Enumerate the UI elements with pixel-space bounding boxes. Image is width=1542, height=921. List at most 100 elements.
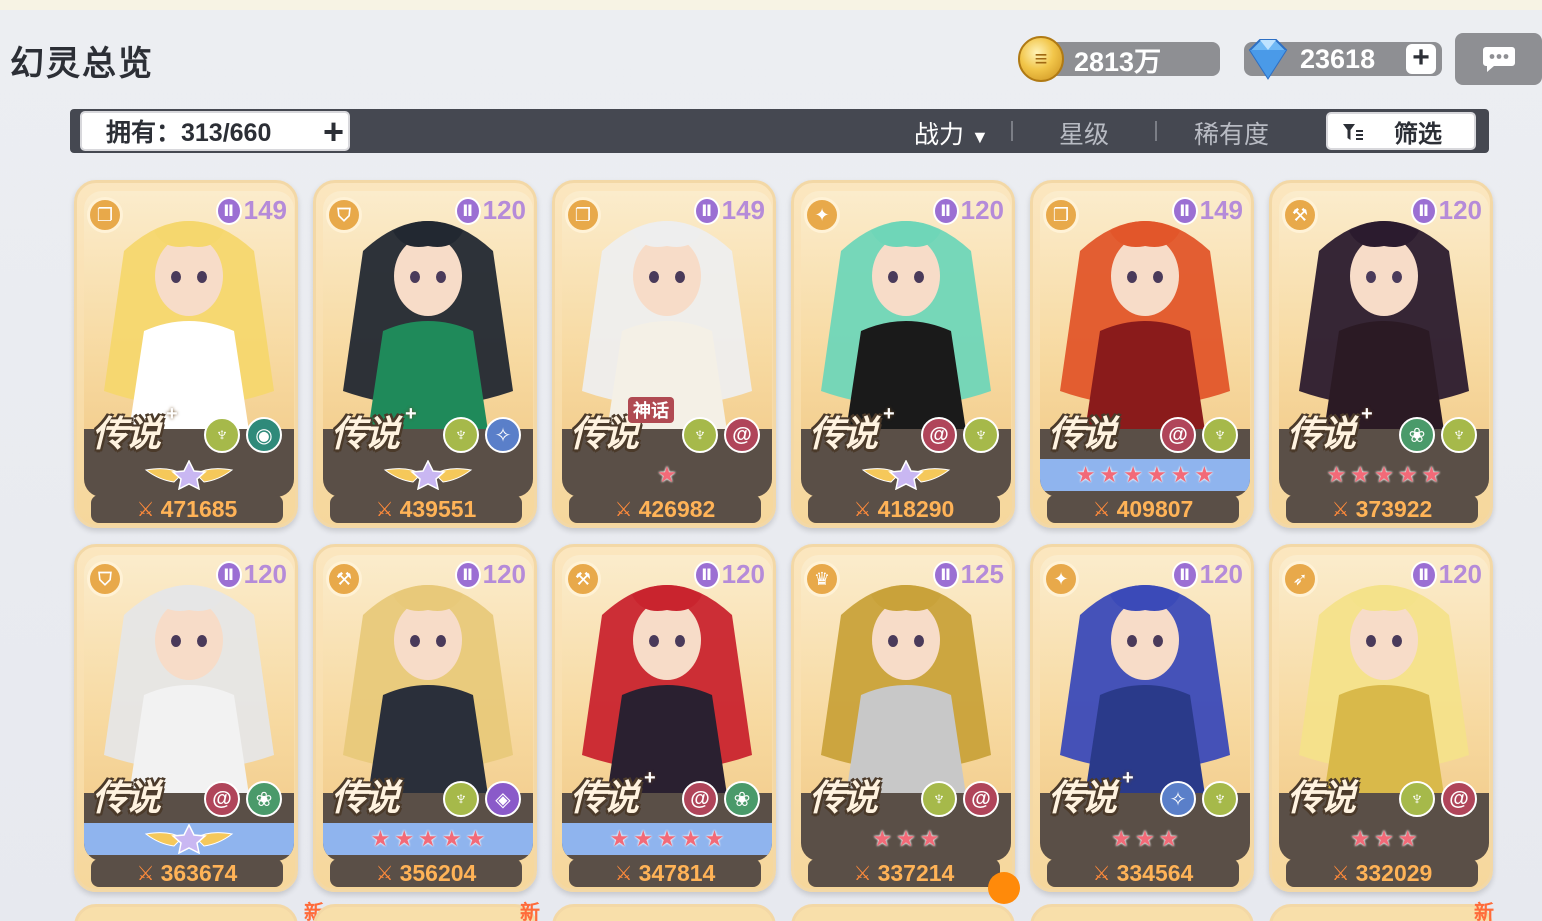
element-icon: @	[682, 781, 718, 817]
sort-rarity-button[interactable]: 稀有度	[1194, 115, 1269, 151]
level-indicator: Ⅱ 120	[215, 559, 287, 590]
coin-icon: ≡	[1018, 36, 1064, 82]
rarity-label: 传说	[809, 777, 878, 818]
hero-portrait: ★ ★ ★ ★ ★ 传说 + @ ❀	[562, 555, 772, 861]
star-rating: ★ ★ ★ ★ ★ ★	[1040, 459, 1250, 491]
combat-power-value: 409807	[1116, 495, 1194, 522]
next-row-peek: 新 新 新	[70, 902, 1500, 921]
hero-card[interactable]: 传说 @ ❀ ⛉ Ⅱ 120 ⚔ 363674	[74, 544, 298, 892]
hero-card-peek[interactable]	[791, 904, 1015, 921]
winged-star-badge-icon	[144, 824, 234, 854]
hero-portrait: ★ ★ ★ 传说 ♆ @	[1279, 555, 1489, 861]
star-icon: ★	[680, 826, 701, 851]
combat-power: ⚔ 332029	[1286, 859, 1478, 887]
gem-amount: 23618	[1300, 43, 1376, 74]
level-rank-icon: Ⅱ	[1171, 196, 1198, 225]
gem-counter[interactable]: 23618 +	[1244, 39, 1442, 80]
star-icon: ★	[1397, 462, 1418, 487]
hero-card[interactable]: 传说 + ♆ ✧ ⛉ Ⅱ 120 ⚔ 439551	[313, 180, 537, 528]
level-rank-icon: Ⅱ	[454, 196, 481, 225]
star-icon: ★	[1158, 826, 1179, 851]
hero-portrait: ★ ★ ★ ★ ★ ★ 传说 @ ♆	[1040, 191, 1250, 497]
crossed-swords-icon: ⚔	[1092, 498, 1111, 521]
sort-power-label: 战力	[914, 121, 965, 149]
level-rank-icon: Ⅱ	[1171, 560, 1198, 589]
crossed-swords-icon: ⚔	[136, 862, 155, 885]
rarity-plus-mark: +	[405, 403, 417, 425]
star-rating: ★ ★ ★	[1279, 823, 1489, 855]
element-icon: ♆	[1441, 417, 1477, 453]
rarity-label: 传说	[331, 413, 400, 454]
element-icon: @	[204, 781, 240, 817]
filter-button[interactable]: 筛选	[1326, 112, 1476, 150]
crossed-swords-icon: ⚔	[375, 862, 394, 885]
hero-card[interactable]: ★ ★ ★ 传说 ♆ @ ➶ Ⅱ 120 ⚔ 332029	[1269, 544, 1493, 892]
level-value: 149	[721, 195, 765, 225]
star-icon: ★	[1374, 826, 1394, 851]
element-icon: ♆	[443, 417, 479, 453]
sort-star-button[interactable]: 星级	[1059, 115, 1109, 151]
level-value: 120	[1438, 559, 1482, 589]
rarity-plus-mark: +	[1361, 403, 1373, 425]
divider	[1011, 121, 1013, 141]
level-indicator: Ⅱ 149	[215, 195, 287, 226]
add-gems-button[interactable]: +	[1406, 43, 1436, 74]
level-indicator: Ⅱ 149	[1171, 195, 1243, 226]
level-indicator: Ⅱ 120	[1171, 559, 1243, 590]
new-badge: 新	[520, 902, 540, 921]
chat-bubble-icon	[1482, 47, 1515, 72]
level-value: 120	[721, 559, 765, 589]
element-icon: ♆	[1399, 781, 1435, 817]
combat-power-value: 418290	[877, 495, 955, 522]
level-rank-icon: Ⅱ	[1410, 196, 1437, 225]
level-rank-icon: Ⅱ	[932, 196, 959, 225]
star-icon: ★	[1123, 462, 1143, 487]
hero-card-peek[interactable]	[1269, 904, 1493, 921]
rarity-label: 传说	[1048, 413, 1117, 454]
gold-counter[interactable]: ≡ 2813万	[1018, 36, 1220, 82]
element-icon: ✧	[1160, 781, 1196, 817]
star-rating	[801, 459, 1011, 491]
element-icon: ✧	[485, 417, 521, 453]
hero-card[interactable]: ★ ★ ★ 传说 ♆ @ ♛ Ⅱ 125 ⚔ 337214	[791, 544, 1015, 892]
star-rating: ★	[562, 459, 772, 491]
hero-card[interactable]: ★ 传说 神话 ♆ @ ❐ Ⅱ 149 ⚔ 426982	[552, 180, 776, 528]
level-indicator: Ⅱ 149	[693, 195, 765, 226]
hero-card-peek[interactable]	[313, 904, 537, 921]
hero-card[interactable]: ★ ★ ★ ★ ★ ★ 传说 @ ♆ ❐ Ⅱ 149 ⚔ 409807	[1030, 180, 1254, 528]
hammer-class-icon: ⚒	[326, 561, 362, 597]
hero-card[interactable]: ★ ★ ★ ★ ★ 传说 ♆ ◈ ⚒ Ⅱ 120 ⚔ 356204	[313, 544, 537, 892]
element-icon: ♆	[682, 417, 718, 453]
star-icon: ★	[657, 462, 677, 487]
star-icon: ★	[1194, 462, 1215, 487]
helmet-class-icon: ♛	[804, 561, 840, 597]
star-icon: ★	[1350, 462, 1371, 487]
divider	[1155, 121, 1157, 141]
combat-power-value: 334564	[1116, 859, 1194, 886]
filter-icon	[1343, 124, 1363, 140]
hero-card-peek[interactable]	[552, 904, 776, 921]
sort-arrow-icon: ▼	[970, 127, 989, 147]
combat-power: ⚔ 409807	[1047, 495, 1239, 523]
filter-bar: 拥有：313/660 + 战力 ▼ 星级 稀有度 筛选	[70, 109, 1489, 153]
hero-card[interactable]: ★ ★ ★ ★ ★ 传说 + ❀ ♆ ⚒ Ⅱ 120 ⚔ 373922	[1269, 180, 1493, 528]
level-indicator: Ⅱ 120	[693, 559, 765, 590]
owned-counter[interactable]: 拥有：313/660 +	[80, 111, 350, 151]
winged-star-badge-icon	[861, 460, 951, 490]
sort-power-button[interactable]: 战力 ▼	[914, 115, 989, 151]
star-rating: ★ ★ ★ ★ ★	[1279, 459, 1489, 491]
chat-button[interactable]	[1455, 33, 1542, 85]
floating-dot[interactable]	[988, 872, 1020, 904]
hero-card[interactable]: 传说 + ♆ ◉ ❐ Ⅱ 149 ⚔ 471685	[74, 180, 298, 528]
combat-power-value: 471685	[160, 495, 238, 522]
hero-card[interactable]: ★ ★ ★ 传说 + ✧ ♆ ✦ Ⅱ 120 ⚔ 334564	[1030, 544, 1254, 892]
combat-power: ⚔ 418290	[808, 495, 1000, 523]
hero-card[interactable]: 传说 + @ ♆ ✦ Ⅱ 120 ⚔ 418290	[791, 180, 1015, 528]
level-rank-icon: Ⅱ	[693, 560, 720, 589]
expand-capacity-button[interactable]: +	[323, 113, 344, 151]
star-icon: ★	[1170, 462, 1191, 487]
hero-card-peek[interactable]	[74, 904, 298, 921]
hero-card-peek[interactable]	[1030, 904, 1254, 921]
star-icon: ★	[919, 826, 940, 851]
hero-card[interactable]: ★ ★ ★ ★ ★ 传说 + @ ❀ ⚒ Ⅱ 120 ⚔ 347814	[552, 544, 776, 892]
